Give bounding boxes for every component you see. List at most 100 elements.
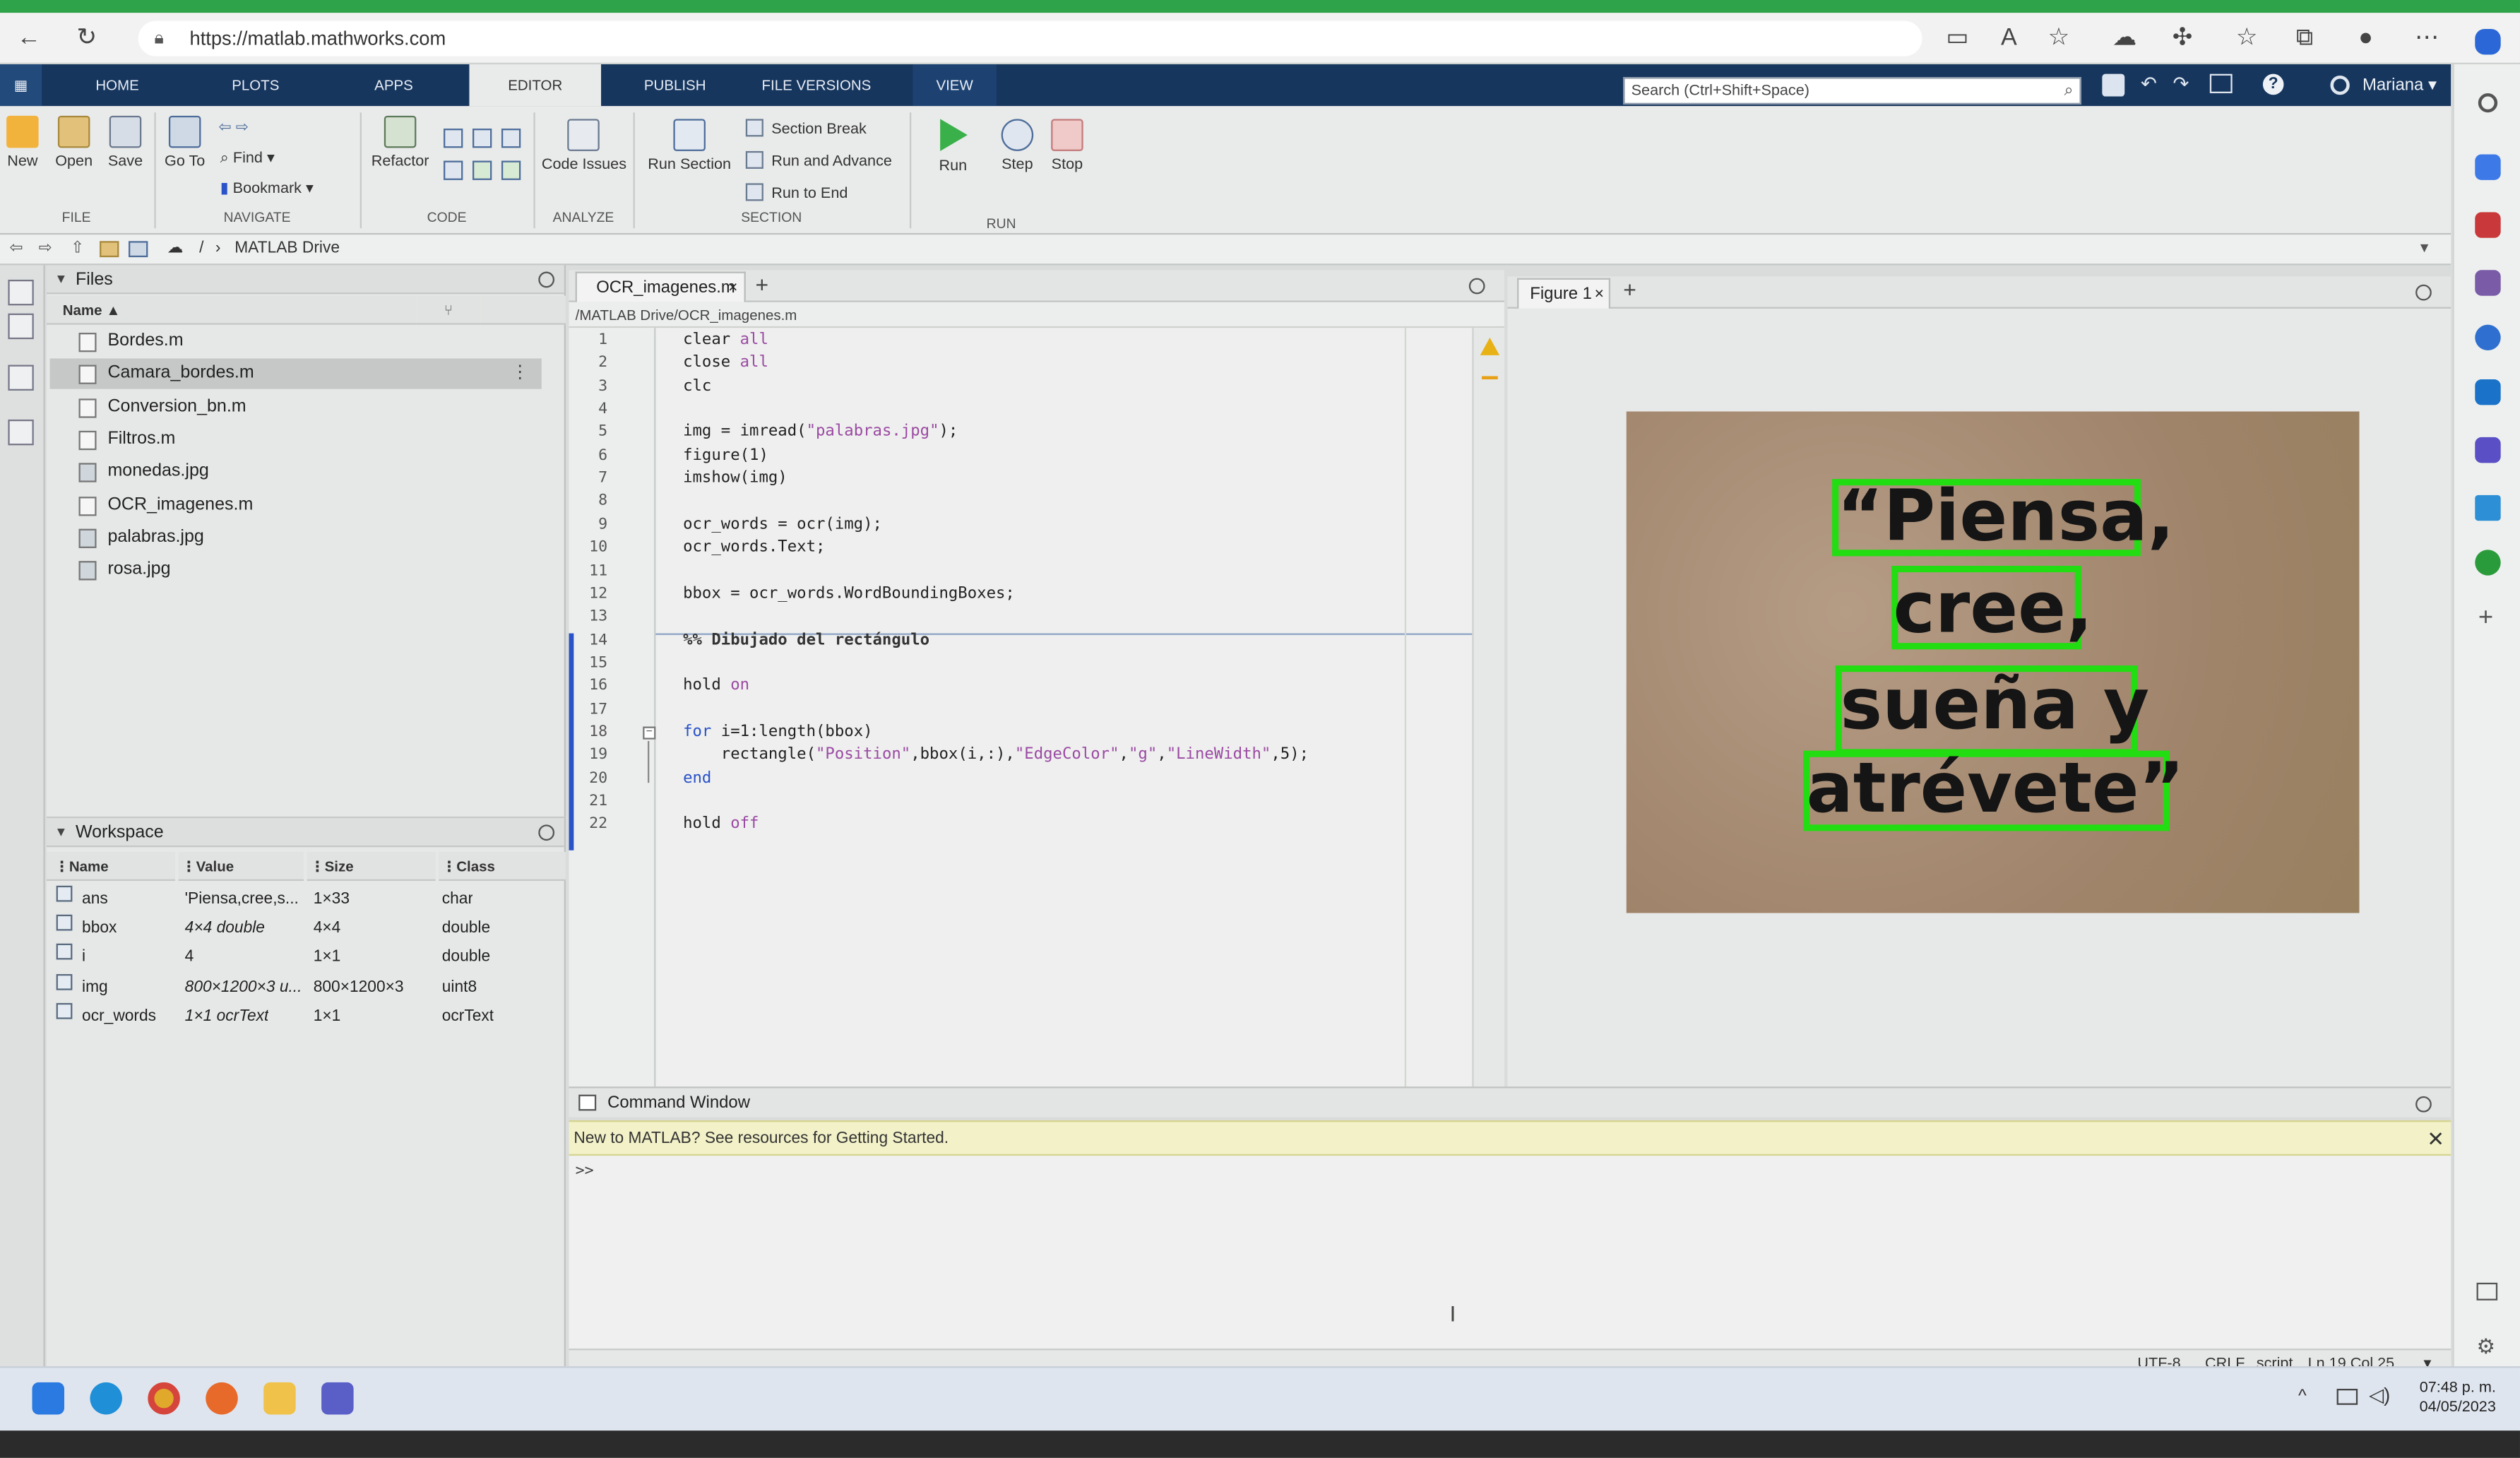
refactor-button[interactable]: Refactor [368,115,432,170]
games-icon[interactable] [2475,270,2501,296]
send-icon[interactable] [2475,494,2501,521]
file-item[interactable]: palabras.jpg [50,522,542,552]
workspace-panel-header[interactable]: ▼ Workspace [46,818,564,848]
close-banner-icon[interactable]: ✕ [2427,1122,2444,1156]
shopping-icon[interactable] [2475,154,2501,180]
extensions-icon[interactable]: ✣ [2166,23,2199,55]
tab-home[interactable]: HOME [64,64,170,106]
workspace-row[interactable]: img 800×1200×3 u... 800×1200×3 uint8 [47,973,566,1002]
volume-icon[interactable]: ◁) [2369,1384,2390,1406]
workspace-row[interactable]: ans 'Piensa,cree,s... 1×33 char [47,885,566,915]
tab-file-versions[interactable]: FILE VERSIONS [749,64,884,106]
editor-options-icon[interactable] [1468,278,1485,295]
outlook-icon[interactable] [2475,379,2501,405]
tab-figure-1[interactable]: Figure 1 × [1517,278,1611,310]
undo-icon[interactable]: ↶ [2141,72,2157,95]
favorite-icon[interactable]: ☆ [2043,23,2075,55]
help-icon[interactable]: ? [2262,73,2284,95]
warning-icon[interactable] [1480,337,1500,355]
more-icon[interactable]: ⋯ [2411,23,2443,55]
ws-col-name[interactable]: ⋮Name [46,852,176,881]
workspace-row[interactable]: bbox 4×4 double 4×4 double [47,915,566,944]
git-column-icon[interactable]: ⑂ [416,295,481,325]
extra-column-header[interactable] [480,295,566,325]
command-window[interactable]: >> I [569,1156,2451,1349]
chevron-up-icon[interactable]: ^ [2298,1387,2307,1406]
split-screen-icon[interactable] [2476,1282,2498,1300]
settings-icon[interactable]: ⚙ [2477,1334,2496,1360]
redo-icon[interactable]: ↷ [2173,72,2189,95]
profile-avatar-icon[interactable]: ● [2350,23,2382,55]
close-icon[interactable]: × [1595,280,1604,310]
office-icon[interactable] [2475,324,2501,351]
save-icon[interactable] [2102,73,2125,97]
windows-start-icon[interactable] [32,1382,65,1415]
ws-col-class[interactable]: ⋮Class [439,852,566,881]
camera-icon[interactable]: ▭ [1942,23,1974,55]
file-item[interactable]: Conversion_bn.m [50,391,542,422]
ocr-result-image[interactable]: “Piensa, cree, sueña y atrévete” [1626,411,2360,913]
tab-plots[interactable]: PLOTS [203,64,309,106]
tab-editor[interactable]: EDITOR [469,64,602,107]
file-item[interactable]: Camara_bordes.m ⋮ [49,359,542,390]
tab-ocr-imagenes[interactable]: OCR_imagenes.m × [575,271,746,302]
add-figure-tab-icon[interactable]: + [1623,276,1636,302]
history-panel-icon[interactable] [8,364,34,391]
open-button[interactable]: Open [52,115,97,170]
banner-link[interactable]: New to MATLAB? See resources for Getting… [573,1130,949,1148]
code-editor[interactable]: 1 2 3 4 5 6 7 8 9 10 11 12 13 14 15 16 17 18 19 20 21 22 − cl… [569,328,1504,1087]
notification-icon[interactable] [2330,75,2350,95]
file-item[interactable]: monedas.jpg [50,457,542,487]
run-section-button[interactable]: Run Section [644,119,734,174]
outdent-icon[interactable] [501,160,521,180]
tab-publish[interactable]: PUBLISH [624,64,727,106]
collections-icon[interactable]: ⧉ [2288,23,2321,55]
firefox-icon[interactable] [206,1382,238,1415]
folder-dropdown-icon[interactable]: ▾ [2420,235,2428,263]
back-icon[interactable]: ← [13,23,45,55]
teams-icon[interactable] [321,1382,354,1415]
ws-col-size[interactable]: ⋮Size [307,852,436,881]
new-button[interactable]: New [4,115,42,170]
refresh-icon[interactable]: ↻ [71,23,103,55]
goto-button[interactable]: Go To [162,115,208,170]
file-item[interactable]: rosa.jpg [50,555,542,585]
files-panel-header[interactable]: ▼ Files [46,265,564,295]
run-button[interactable]: Run [932,119,974,175]
workspace-row[interactable]: ocr_words 1×1 ocrText 1×1 ocrText [47,1002,566,1031]
panel-options-icon[interactable] [538,271,555,288]
favorites-icon[interactable]: ☆ [2230,23,2263,55]
tools-icon[interactable] [2475,212,2501,238]
back-forward-arrows[interactable]: ⇦ ⇨ [218,119,248,136]
breadcrumb-root[interactable]: / [199,235,203,263]
command-options-icon[interactable] [2415,1096,2432,1113]
designer-icon[interactable] [2475,437,2501,463]
workspace-row[interactable]: i 4 1×1 double [47,944,566,973]
taskbar-clock[interactable]: 07:48 p. m. 04/05/2023 [2420,1379,2496,1418]
files-panel-icon[interactable] [8,279,34,306]
figure-options-icon[interactable] [2415,284,2432,301]
collapse-icon[interactable]: ▼ [54,818,67,847]
save-button[interactable]: Save [105,115,146,170]
name-column-header[interactable]: Name ▲ [46,295,417,325]
file-item[interactable]: Bordes.m [50,326,542,357]
browse-folder-icon[interactable] [100,241,119,258]
panel-options-icon[interactable] [538,824,555,841]
address-bar[interactable]: 🔒︎ https://matlab.mathworks.com [138,20,1922,57]
tab-view[interactable]: VIEW [913,64,997,107]
file-item[interactable]: OCR_imagenes.m [50,490,542,520]
drive-icon[interactable] [129,241,148,258]
smart-indent-icon[interactable] [472,160,492,180]
project-panel-icon[interactable] [8,419,34,446]
file-item[interactable]: Filtros.m [50,424,542,454]
section-break-button[interactable]: Section Break [745,119,867,138]
warning-marker[interactable] [1482,376,1498,380]
read-aloud-icon[interactable]: A [1993,23,2026,55]
search-sidebar-icon[interactable] [2478,93,2498,113]
matlab-logo-icon[interactable]: ▦ [0,64,42,107]
code-tools[interactable] [444,129,524,193]
stop-button[interactable]: Stop [1046,119,1088,174]
command-window-header[interactable]: Command Window [569,1086,2451,1118]
back-folder-icon[interactable]: ⇦ [10,235,23,263]
step-button[interactable]: Step [997,119,1038,174]
